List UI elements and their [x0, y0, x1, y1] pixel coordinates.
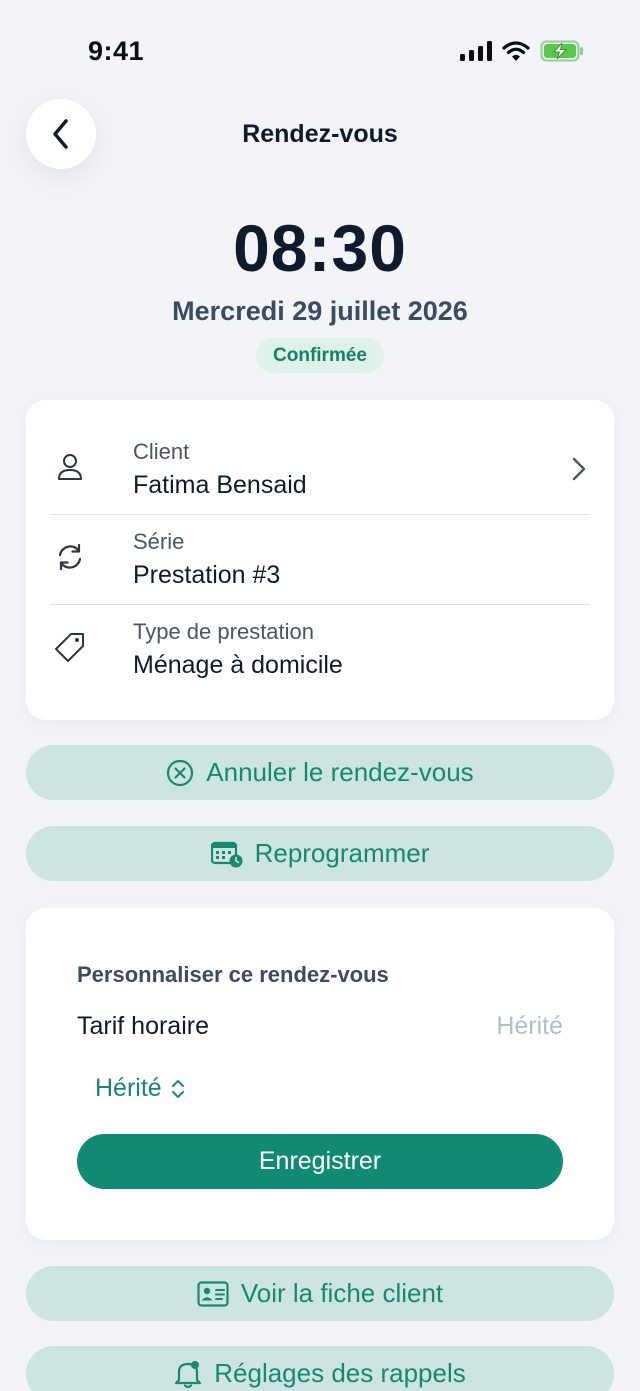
wifi-icon: [502, 40, 530, 61]
status-badge: Confirmée: [256, 338, 384, 373]
calendar-clock-icon: [210, 841, 243, 867]
hourly-rate-input[interactable]: Hérité: [496, 1012, 563, 1041]
status-time: 9:41: [88, 36, 145, 66]
service-type-value: Ménage à domicile: [133, 651, 343, 679]
id-card-icon: [197, 1280, 229, 1307]
bell-icon: [175, 1360, 202, 1388]
battery-charging-icon: [540, 40, 583, 62]
status-bar: 9:41: [0, 0, 640, 100]
view-client-file-button[interactable]: Voir la fiche client: [26, 1266, 614, 1321]
save-button[interactable]: Enregistrer: [77, 1134, 563, 1189]
view-client-file-label: Voir la fiche client: [240, 1278, 444, 1308]
chevron-up-down-icon: [171, 1079, 184, 1098]
appointment-date: Mercredi 29 juillet 2026: [172, 296, 468, 326]
series-label: Série: [133, 529, 185, 554]
signal-icon: [460, 41, 492, 61]
customize-card: Personnaliser ce rendez-vous Tarif horai…: [26, 908, 614, 1240]
client-label: Client: [133, 439, 190, 464]
rate-picker[interactable]: Hérité: [95, 1074, 186, 1103]
rate-picker-value: Hérité: [95, 1074, 162, 1102]
reschedule-label: Reprogrammer: [254, 838, 430, 868]
client-name: Fatima Bensaid: [133, 471, 307, 499]
reminder-settings-button[interactable]: Réglages des rappels: [26, 1346, 614, 1391]
customize-title: Personnaliser ce rendez-vous: [77, 962, 389, 987]
person-icon: [58, 454, 82, 480]
cancel-appointment-label: Annuler le rendez-vous: [206, 757, 474, 787]
cancel-appointment-button[interactable]: Annuler le rendez-vous: [26, 745, 614, 800]
details-card: Client Fatima Bensaid Série Prestation #…: [26, 400, 614, 720]
series-value: Prestation #3: [133, 561, 281, 589]
service-type-label: Type de prestation: [133, 619, 315, 644]
tag-icon: [55, 633, 84, 662]
page-title: Rendez-vous: [242, 120, 398, 148]
refresh-icon: [58, 543, 82, 571]
hourly-rate-label: Tarif horaire: [77, 1012, 209, 1040]
reminder-settings-label: Réglages des rappels: [214, 1358, 466, 1388]
service-type-row: Type de prestation Ménage à domicile: [50, 605, 590, 695]
series-row: Série Prestation #3: [50, 515, 590, 605]
chevron-right-icon: [572, 457, 586, 481]
appointment-time: 08:30: [233, 211, 407, 285]
cancel-circle-icon: [167, 759, 194, 786]
reschedule-button[interactable]: Reprogrammer: [26, 826, 614, 881]
client-row[interactable]: Client Fatima Bensaid: [50, 425, 590, 515]
status-icons: [460, 40, 584, 62]
